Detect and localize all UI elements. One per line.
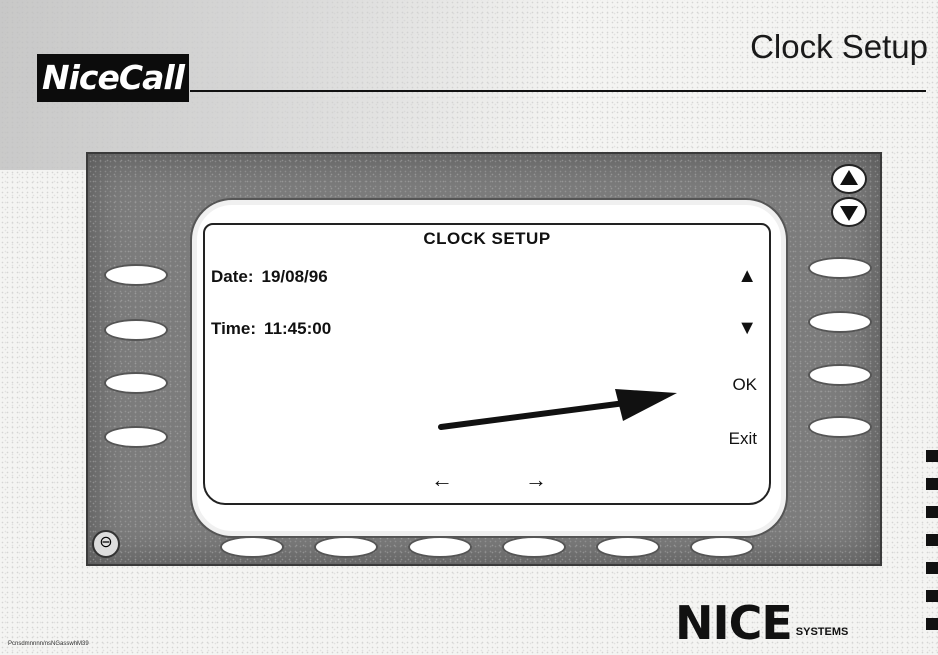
bottom-softkey-4[interactable] — [502, 536, 566, 558]
lcd-screen: CLOCK SETUP Date: 19/08/96 Time: 11:45:00 … — [192, 200, 786, 536]
left-softkey-1[interactable] — [104, 264, 168, 286]
circle-minus-icon[interactable]: ⊖ — [92, 530, 120, 558]
date-row: Date: 19/08/96 — [211, 267, 328, 287]
margin-mark — [926, 534, 938, 546]
bottom-softkey-2[interactable] — [314, 536, 378, 558]
nicecall-logo: NiceCall — [37, 54, 189, 102]
exit-softkey-label[interactable]: Exit — [729, 429, 757, 449]
footer-id-text: Pcnsdmnnnn/nsNGasswhM39 — [8, 641, 89, 647]
right-softkey-4[interactable] — [808, 416, 872, 438]
time-label: Time: — [211, 319, 257, 338]
date-label: Date: — [211, 267, 254, 286]
device-frame: ⊖ CLOCK SETUP Date: 19/08/96 Time: 11:45:0… — [86, 152, 882, 566]
left-arrow-icon[interactable]: ← — [431, 467, 453, 493]
margin-mark — [926, 450, 938, 462]
left-softkey-4[interactable] — [104, 426, 168, 448]
right-softkey-1[interactable] — [808, 257, 872, 279]
time-value[interactable]: 11:45:00 — [264, 319, 331, 338]
bottom-softkey-1[interactable] — [220, 536, 284, 558]
up-arrow-icon[interactable]: ▲ — [737, 265, 757, 288]
time-row: Time: 11:45:00 — [211, 319, 331, 339]
bottom-softkey-3[interactable] — [408, 536, 472, 558]
ok-softkey-label[interactable]: OK — [732, 375, 757, 395]
title-rule — [190, 90, 926, 92]
margin-mark — [926, 618, 938, 630]
screen-content: CLOCK SETUP Date: 19/08/96 Time: 11:45:00 … — [203, 223, 771, 505]
annotation-arrow — [438, 389, 677, 430]
nice-brand: NICE — [675, 596, 793, 650]
scroll-buttons — [831, 164, 867, 227]
left-softkey-2[interactable] — [104, 319, 168, 341]
right-softkey-3[interactable] — [808, 364, 872, 386]
margin-mark — [926, 506, 938, 518]
scroll-down-button[interactable] — [831, 197, 867, 227]
date-value[interactable]: 19/08/96 — [262, 267, 328, 286]
systems-brand: SYSTEMS — [795, 626, 849, 638]
right-softkey-2[interactable] — [808, 311, 872, 333]
nice-systems-logo: NICE SYSTEMS — [675, 596, 848, 650]
margin-mark — [926, 478, 938, 490]
bottom-softkey-6[interactable] — [690, 536, 754, 558]
down-arrow-icon[interactable]: ▼ — [737, 317, 757, 340]
left-softkey-3[interactable] — [104, 372, 168, 394]
margin-mark — [926, 562, 938, 574]
right-arrow-icon[interactable]: → — [525, 467, 547, 493]
screen-title: CLOCK SETUP — [423, 229, 551, 248]
page-title: Clock Setup — [750, 28, 928, 65]
scroll-up-button[interactable] — [831, 164, 867, 194]
margin-mark — [926, 590, 938, 602]
bottom-softkey-5[interactable] — [596, 536, 660, 558]
